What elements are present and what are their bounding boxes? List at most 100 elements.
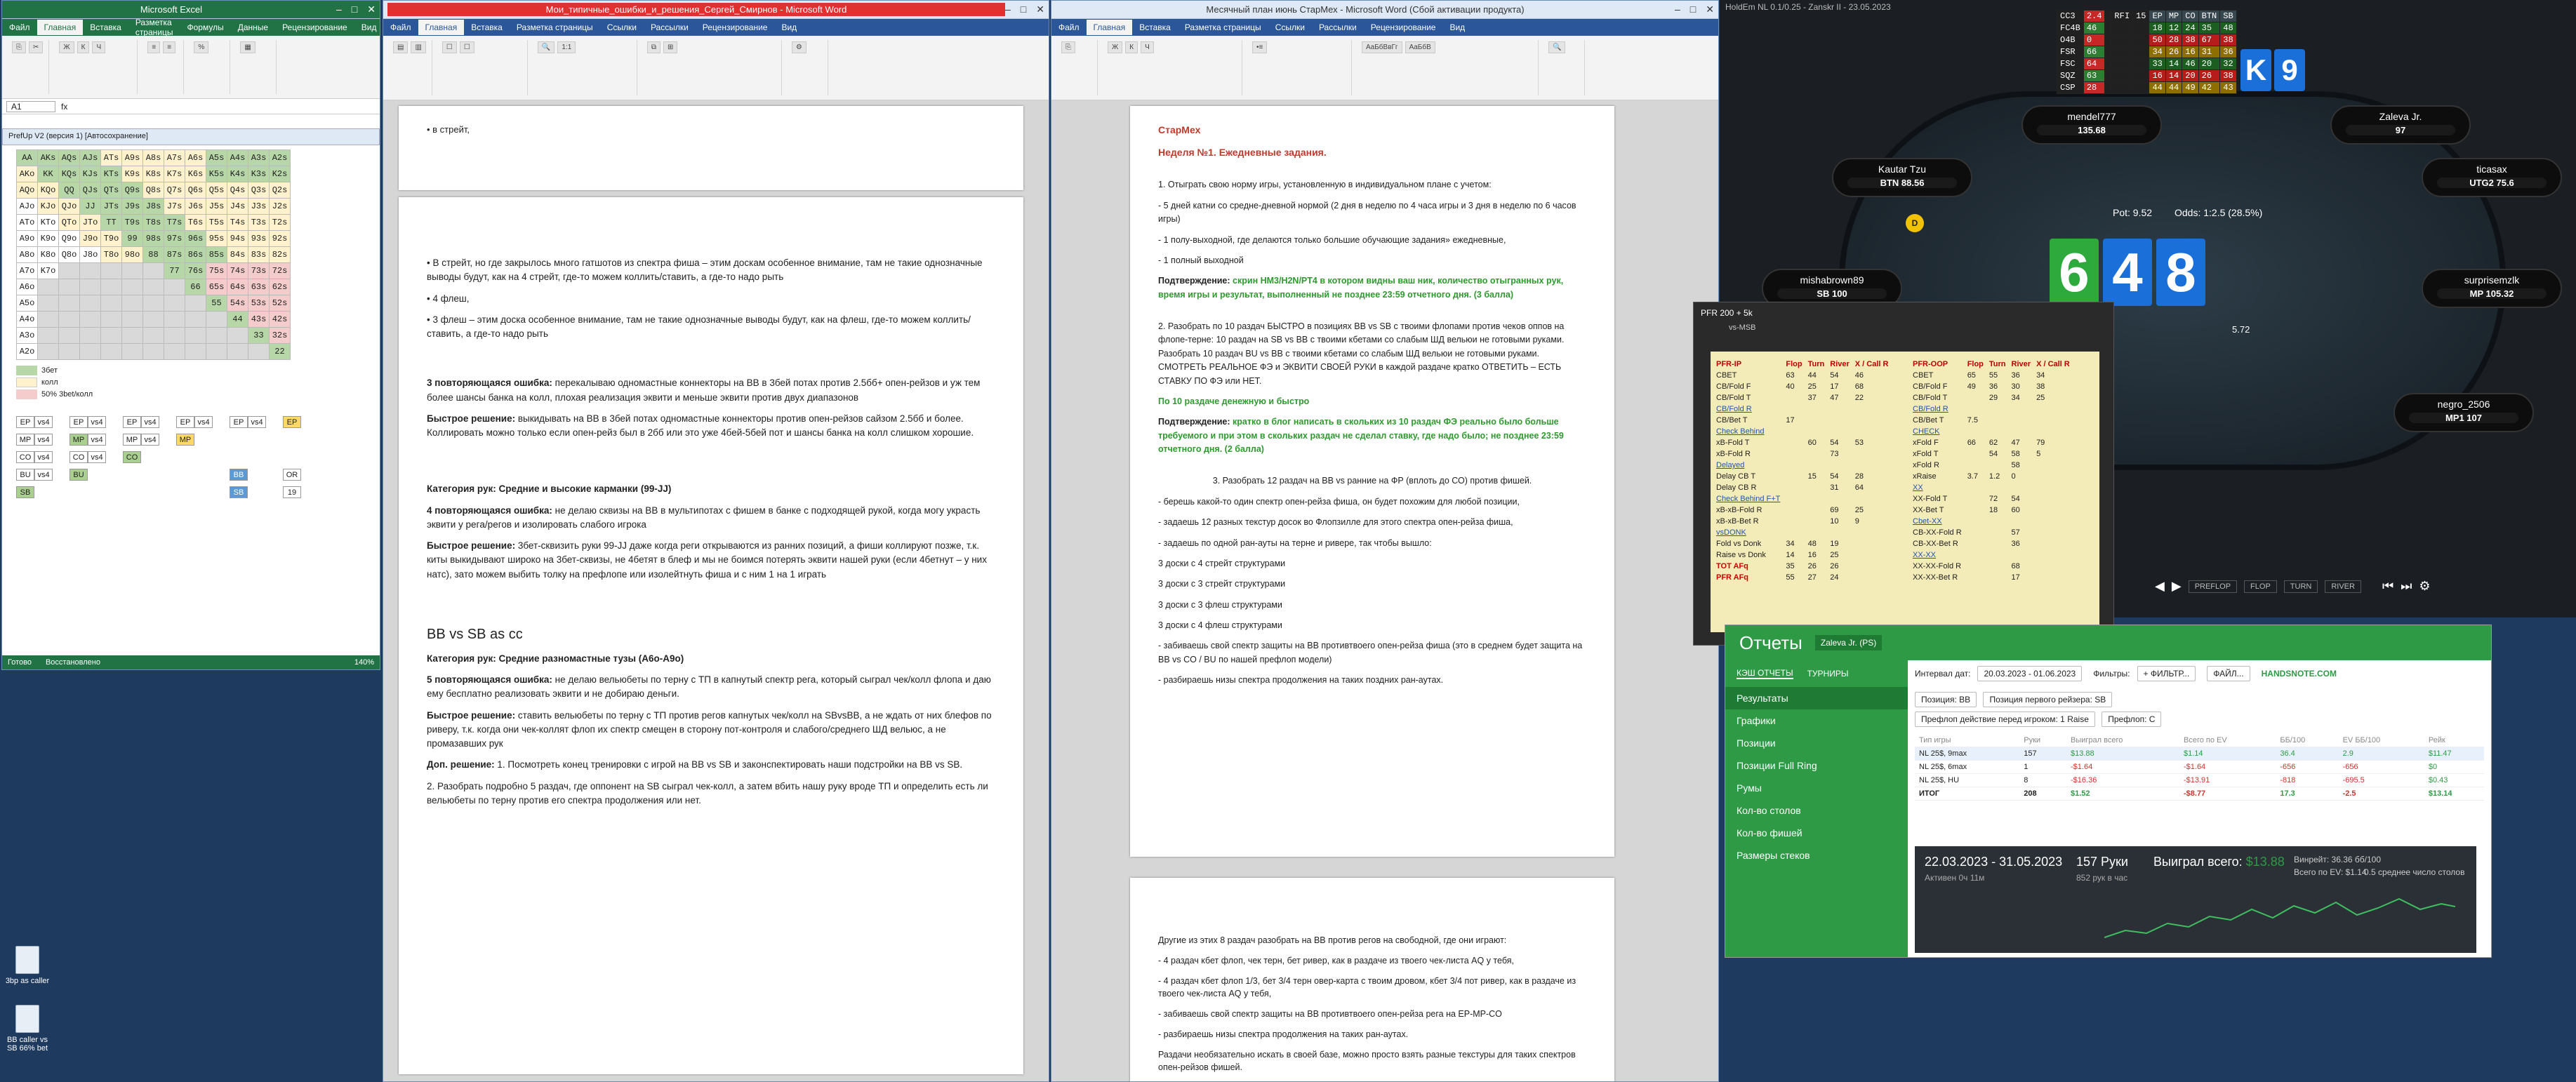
grid-cell[interactable] [79, 311, 101, 328]
desktop-icon-3bp[interactable]: 3bp as caller [4, 946, 51, 985]
stats-cell[interactable] [2009, 415, 2034, 426]
stats-cell[interactable] [2033, 471, 2073, 482]
stats-cell[interactable]: 26 [1827, 561, 1852, 572]
macros-button[interactable]: ⚙ [791, 41, 806, 53]
stats-cell[interactable]: 18 [1986, 505, 2009, 516]
stats-cell[interactable] [1986, 415, 2009, 426]
grid-cell[interactable] [79, 262, 101, 279]
stats-cell[interactable] [1827, 403, 1852, 415]
grid-cell[interactable]: T6s [185, 214, 206, 231]
stats-cell[interactable]: 79 [2033, 437, 2073, 448]
stats-cell[interactable]: 68 [1852, 381, 1892, 392]
stats-cell[interactable]: 47 [1827, 392, 1852, 403]
align-left-button[interactable]: ≡ [147, 41, 161, 53]
stats-cell[interactable]: TOT AFq [1713, 561, 1783, 572]
stats-cell[interactable]: CB-XX-Bet R [1910, 538, 1965, 549]
stats-cell[interactable] [1852, 426, 1892, 437]
stats-cell[interactable]: 22 [1852, 392, 1892, 403]
grid-cell[interactable]: K9o [37, 230, 59, 247]
sidebar-item-tables[interactable]: Кол-во столов [1725, 799, 1908, 822]
rewind-icon[interactable]: ⏮ [2382, 579, 2394, 594]
stats-cell[interactable] [1986, 538, 2009, 549]
stats-cell[interactable]: 34 [2009, 392, 2034, 403]
grid-cell[interactable]: QTo [58, 214, 80, 231]
tab-layout[interactable]: Разметка страницы [1178, 20, 1268, 35]
grid-cell[interactable]: A9s [121, 149, 143, 166]
stats-cell[interactable] [2033, 549, 2073, 561]
stats-cell[interactable] [1783, 527, 1805, 538]
grid-cell[interactable]: 92s [269, 230, 291, 247]
grid-cell[interactable]: 73s [248, 262, 270, 279]
filter-chip[interactable]: Позиция: BB [1915, 692, 1977, 707]
stats-cell[interactable]: Cbet-XX [1910, 516, 1965, 527]
grid-cell[interactable]: Q6s [185, 182, 206, 199]
grid-cell[interactable]: JTs [100, 198, 122, 215]
grid-cell[interactable]: 84s [227, 246, 248, 263]
grid-cell[interactable] [142, 262, 164, 279]
stats-cell[interactable] [1852, 460, 1892, 471]
stats-cell[interactable] [2033, 572, 2073, 583]
sidebar-item-fish[interactable]: Кол-во фишей [1725, 822, 1908, 844]
results-header-cell[interactable]: Выиграл всего [2066, 734, 2179, 747]
seat-negro[interactable]: negro_2506 MP1 107 [2394, 393, 2534, 432]
grid-cell[interactable]: ATo [16, 214, 38, 231]
stats-cell[interactable] [2033, 538, 2073, 549]
grid-cell[interactable]: QJo [58, 198, 80, 215]
grid-cell[interactable]: Q4s [227, 182, 248, 199]
stats-cell[interactable] [1805, 527, 1828, 538]
stats-cell[interactable]: Fold vs Donk [1713, 538, 1783, 549]
bullets-button[interactable]: •≡ [1252, 41, 1268, 53]
gear-icon[interactable]: ⚙ [2419, 579, 2430, 594]
grid-cell[interactable]: KK [37, 166, 59, 182]
stats-cell[interactable]: 36 [2009, 370, 2034, 381]
grid-cell[interactable] [185, 295, 206, 312]
grid-cell[interactable] [58, 279, 80, 295]
stats-cell[interactable] [2009, 403, 2034, 415]
grid-cell[interactable]: AA [16, 149, 38, 166]
stats-cell[interactable]: CB/Fold R [1910, 403, 1965, 415]
grid-cell[interactable]: Q9s [121, 182, 143, 199]
grid-cell[interactable]: J3s [248, 198, 270, 215]
stats-cell[interactable] [1805, 448, 1828, 460]
stats-cell[interactable]: XX-XX-Fold R [1910, 561, 1965, 572]
grid-cell[interactable] [100, 279, 122, 295]
tab-references[interactable]: Ссылки [600, 20, 644, 35]
stats-cell[interactable]: 57 [2009, 527, 2034, 538]
stats-cell[interactable] [2033, 426, 2073, 437]
grid-cell[interactable]: ATs [100, 149, 122, 166]
grid-cell[interactable]: 64s [227, 279, 248, 295]
grid-cell[interactable]: 32s [269, 327, 291, 344]
next-icon[interactable]: ▶ [2172, 579, 2182, 594]
stats-cell[interactable]: 36 [2009, 538, 2034, 549]
stats-cell[interactable]: xB-xB-Fold R [1713, 505, 1783, 516]
stats-cell[interactable] [1805, 403, 1828, 415]
stats-cell[interactable] [1965, 392, 1986, 403]
find-button[interactable]: 🔍 [1548, 41, 1566, 53]
stats-cell[interactable]: xFold R [1910, 460, 1965, 471]
stats-cell[interactable] [1783, 437, 1805, 448]
stats-cell[interactable]: 60 [1805, 437, 1828, 448]
stats-cell[interactable] [1965, 549, 1986, 561]
grid-cell[interactable] [142, 327, 164, 344]
grid-cell[interactable] [37, 327, 59, 344]
stats-cell[interactable] [1783, 392, 1805, 403]
grid-cell[interactable] [185, 311, 206, 328]
paste-button[interactable]: ⎘ [1061, 41, 1075, 53]
maximize-icon[interactable]: □ [1021, 4, 1026, 15]
sidebar-item-positions[interactable]: Позиции [1725, 732, 1908, 754]
prev-icon[interactable]: ◀ [2155, 579, 2165, 594]
stats-cell[interactable]: 49 [1965, 381, 1986, 392]
grid-cell[interactable]: 87s [164, 246, 185, 263]
grid-cell[interactable]: 75s [206, 262, 227, 279]
grid-cell[interactable]: 66 [185, 279, 206, 295]
grid-cell[interactable]: KJo [37, 198, 59, 215]
grid-cell[interactable]: 22 [269, 343, 291, 360]
stats-cell[interactable]: 44 [1805, 370, 1828, 381]
grid-cell[interactable]: QTs [100, 182, 122, 199]
stats-cell[interactable]: 5 [2033, 448, 2073, 460]
grid-cell[interactable]: 83s [248, 246, 270, 263]
stats-cell[interactable]: 30 [2009, 381, 2034, 392]
stats-cell[interactable]: 64 [1852, 482, 1892, 493]
stats-cell[interactable] [1965, 538, 1986, 549]
grid-cell[interactable]: A2s [269, 149, 291, 166]
